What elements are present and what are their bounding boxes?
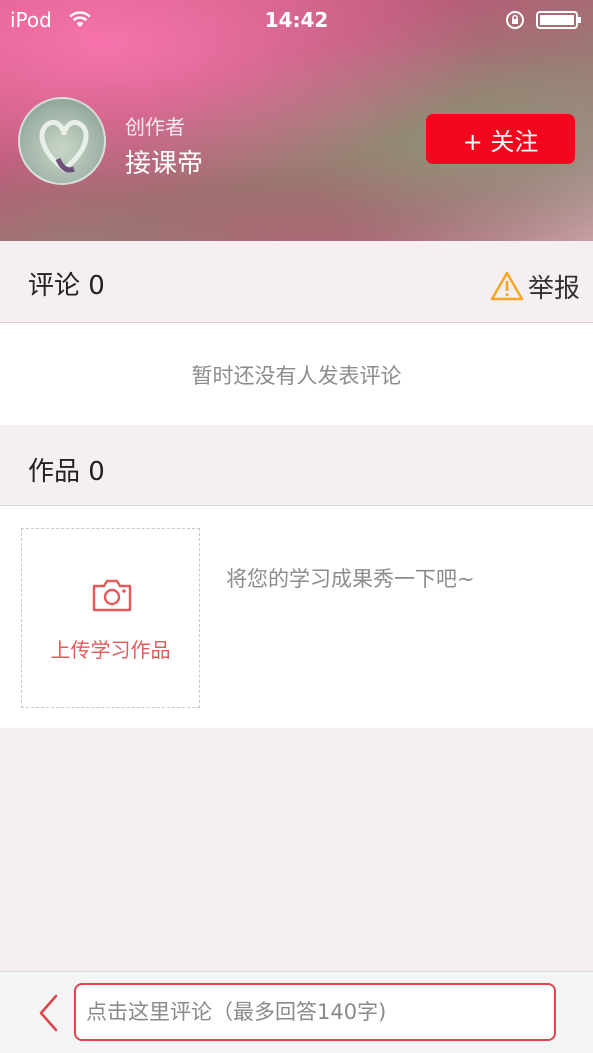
status-bar: iPod 14:42: [0, 0, 593, 40]
upload-work-label: 上传学习作品: [50, 638, 171, 662]
comment-input[interactable]: [74, 983, 556, 1041]
back-chevron-icon[interactable]: [36, 993, 62, 1033]
upload-work-button[interactable]: [21, 528, 200, 708]
report-button[interactable]: 举报: [490, 268, 580, 304]
works-count-title: 作品 0: [28, 457, 105, 487]
creator-avatar[interactable]: [18, 97, 106, 185]
works-hint-text: 将您的学习成果秀一下吧~: [226, 567, 475, 591]
avatar-heart-icon: [39, 119, 89, 173]
empty-comments-text: 暂时还没有人发表评论: [191, 364, 402, 388]
creator-name[interactable]: 接课帝: [125, 143, 203, 180]
creator-role-label: 创作者: [125, 115, 185, 139]
warning-icon: [490, 271, 524, 301]
lock-rotation-icon: [506, 11, 524, 29]
camera-icon: [92, 579, 132, 612]
comments-count-title: 评论 0: [28, 271, 105, 301]
follow-button[interactable]: + 关注: [426, 114, 575, 164]
report-label: 举报: [528, 273, 581, 304]
battery-icon: [536, 11, 581, 29]
